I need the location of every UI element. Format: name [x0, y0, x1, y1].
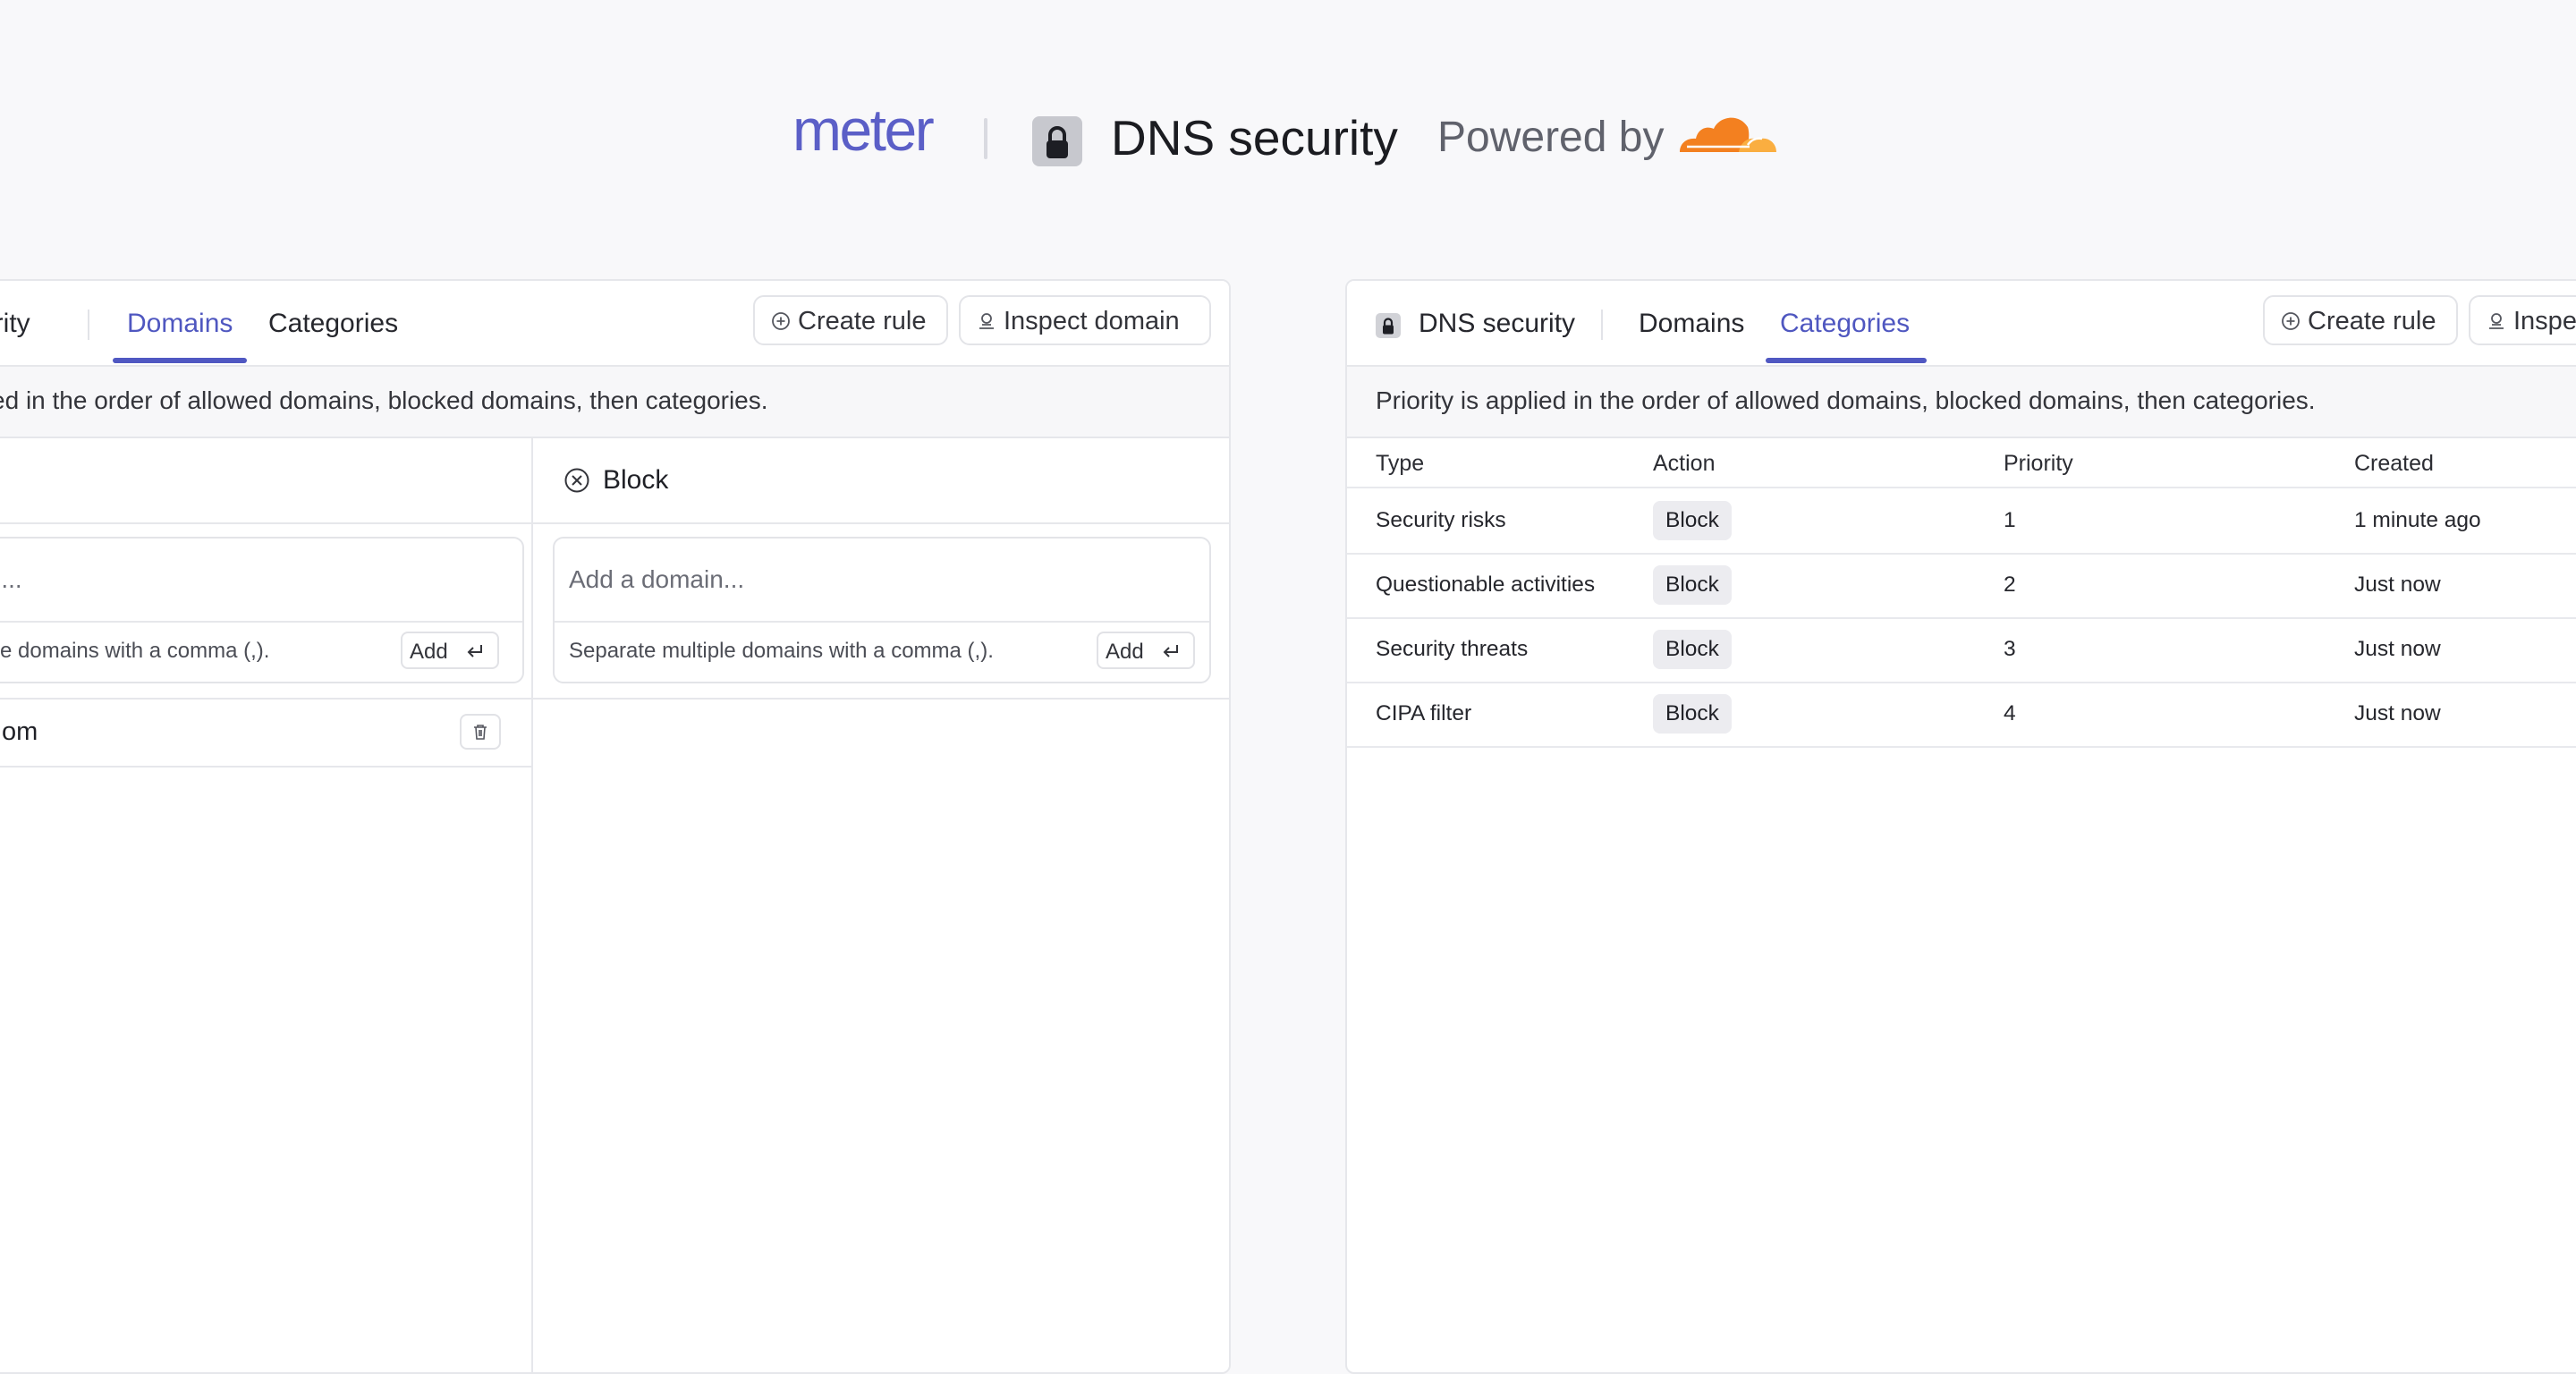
block-column-title: Block	[603, 465, 669, 495]
row-type: CIPA filter	[1376, 701, 1472, 725]
priority-notice-text: Priority is applied in the order of allo…	[1376, 386, 2316, 414]
inspect-domain-label: Inspe	[2513, 307, 2576, 335]
allow-hint: ltiple domains with a comma (,).	[0, 639, 270, 663]
allow-domain-box: ltiple domains with a comma (,). Add	[0, 537, 524, 683]
column-header-created[interactable]: Created	[2354, 451, 2434, 477]
left-topbar: curity Domains Categories Create rule In…	[0, 281, 1229, 367]
add-label: Add	[410, 640, 448, 664]
allow-column-body: ltiple domains with a comma (,). Add om	[0, 524, 531, 1372]
column-header-type[interactable]: Type	[1376, 451, 1424, 477]
table-row[interactable]: Questionable activities Block 2 Just now	[1347, 553, 2576, 619]
block-column-separator	[533, 698, 1229, 700]
action-badge: Block	[1653, 694, 1732, 734]
row-priority: 4	[2004, 701, 2016, 725]
inspect-domain-label: Inspect domain	[1004, 307, 1180, 335]
row-priority: 3	[2004, 637, 2016, 661]
table-row[interactable]: Security risks Block 1 1 minute ago	[1347, 487, 2576, 555]
allow-domain-input[interactable]	[0, 539, 522, 623]
row-priority: 1	[2004, 508, 2016, 532]
panel-title: DNS security	[1419, 309, 1576, 338]
row-type: Security threats	[1376, 637, 1529, 661]
allow-domain-row: om	[0, 698, 531, 768]
priority-notice: plied in the order of allowed domains, b…	[0, 367, 1229, 438]
priority-notice-text: plied in the order of allowed domains, b…	[0, 386, 768, 414]
allow-add-button[interactable]: Add	[401, 632, 499, 669]
right-topbar: DNS security Domains Categories Create r…	[1347, 281, 2576, 367]
block-domain-input[interactable]	[555, 539, 1209, 623]
column-header-action[interactable]: Action	[1653, 451, 1715, 477]
table-row[interactable]: Security threats Block 3 Just now	[1347, 617, 2576, 683]
row-created: Just now	[2354, 637, 2441, 661]
enter-icon	[467, 645, 482, 657]
small-lock-icon	[1376, 313, 1401, 338]
topbar-divider	[1601, 310, 1603, 340]
allow-column-header	[0, 438, 531, 524]
action-badge: Block	[1653, 501, 1732, 540]
tab-active-indicator	[1766, 358, 1927, 363]
inspect-domain-button[interactable]: Inspect domain	[959, 295, 1211, 345]
row-type: Security risks	[1376, 508, 1506, 532]
block-add-button[interactable]: Add	[1097, 632, 1195, 669]
left-panel: curity Domains Categories Create rule In…	[0, 279, 1231, 1374]
create-rule-label: Create rule	[798, 307, 927, 335]
powered-by-label: Powered by	[1437, 114, 1665, 161]
inspect-icon	[2489, 313, 2504, 329]
block-column-body: Separate multiple domains with a comma (…	[533, 524, 1229, 1372]
lock-icon	[1032, 116, 1082, 166]
row-created: Just now	[2354, 701, 2441, 725]
add-label: Add	[1106, 640, 1144, 664]
block-x-circle-icon	[564, 468, 589, 493]
block-column-header: Block	[533, 438, 1229, 524]
action-badge: Block	[1653, 565, 1732, 605]
table-row[interactable]: CIPA filter Block 4 Just now	[1347, 682, 2576, 748]
header-logo: meter	[792, 97, 935, 163]
block-hint: Separate multiple domains with a comma (…	[569, 639, 994, 663]
row-type: Questionable activities	[1376, 572, 1596, 597]
domain-name: om	[2, 717, 38, 746]
tab-domains[interactable]: Domains	[127, 308, 233, 340]
row-created: Just now	[2354, 572, 2441, 597]
column-header-priority[interactable]: Priority	[2004, 451, 2073, 477]
priority-notice: Priority is applied in the order of allo…	[1347, 367, 2576, 438]
trash-icon	[474, 725, 487, 740]
cloudflare-logo	[1676, 106, 1784, 159]
panel-title: curity	[0, 309, 30, 338]
create-rule-button[interactable]: Create rule	[753, 295, 948, 345]
page-title: DNS security	[1111, 110, 1398, 165]
delete-domain-button[interactable]	[460, 714, 501, 750]
tab-categories[interactable]: Categories	[1780, 308, 1910, 340]
enter-icon	[1163, 645, 1178, 657]
create-rule-label: Create rule	[2308, 307, 2436, 335]
row-priority: 2	[2004, 572, 2016, 597]
tab-domains[interactable]: Domains	[1639, 308, 1744, 340]
topbar-divider	[88, 310, 89, 340]
right-panel: DNS security Domains Categories Create r…	[1345, 279, 2576, 1374]
inspect-icon	[979, 313, 994, 329]
create-rule-button[interactable]: Create rule	[2263, 295, 2458, 345]
plus-circle-icon	[2282, 312, 2300, 330]
action-badge: Block	[1653, 630, 1732, 669]
inspect-domain-button[interactable]: Inspe	[2469, 295, 2576, 345]
row-created: 1 minute ago	[2354, 508, 2481, 532]
block-domain-box: Separate multiple domains with a comma (…	[553, 537, 1211, 683]
tab-categories[interactable]: Categories	[268, 308, 398, 340]
header-divider	[984, 118, 987, 159]
tab-active-indicator	[113, 358, 247, 363]
plus-circle-icon	[772, 312, 790, 330]
